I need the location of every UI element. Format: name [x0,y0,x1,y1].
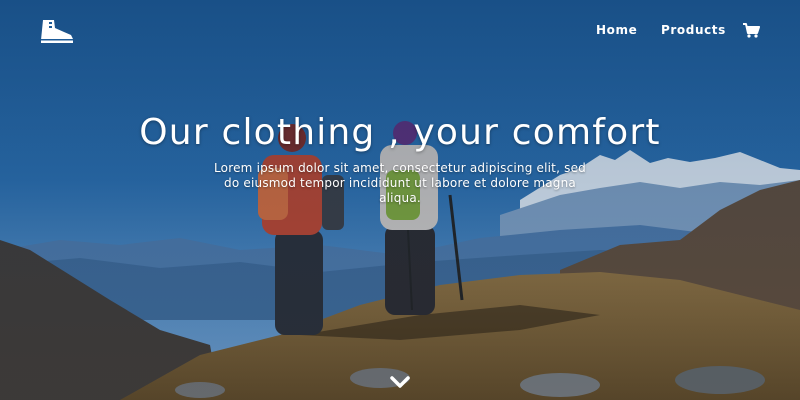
nav-link-home[interactable]: Home [596,23,637,37]
chevron-down-icon[interactable] [390,376,410,390]
cart-icon[interactable] [743,23,760,38]
hero-headline: Our clothing , your comfort [139,112,661,153]
site-header: Home Products [0,0,800,64]
nav-link-products[interactable]: Products [661,23,726,37]
boot-icon[interactable] [40,18,74,44]
hero-description: Lorem ipsum dolor sit amet, consectetur … [214,161,586,205]
